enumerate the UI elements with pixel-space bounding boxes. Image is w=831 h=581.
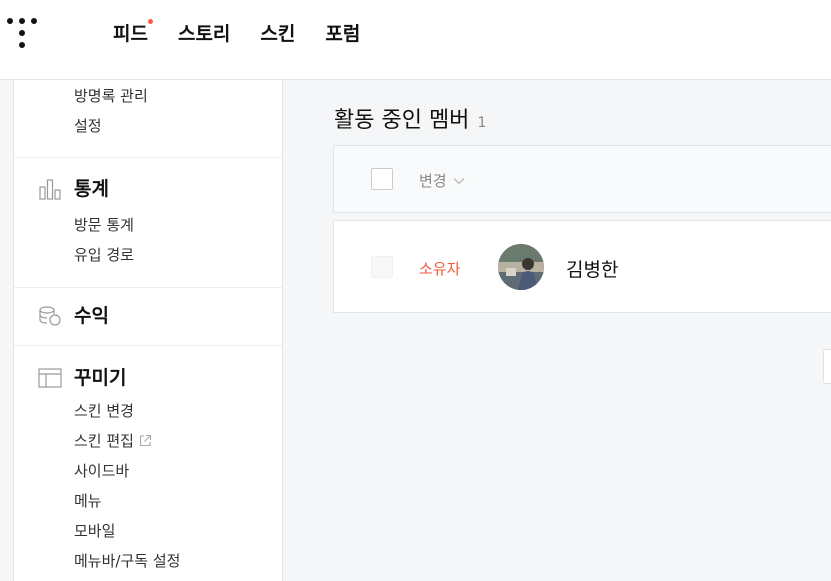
sidebar-link-referrer[interactable]: 유입 경로	[74, 245, 134, 265]
sidebar-link-settings[interactable]: 설정	[74, 116, 102, 136]
select-all-checkbox[interactable]	[371, 168, 393, 190]
table-row: 소유자 김병한	[333, 220, 831, 313]
avatar	[498, 244, 544, 290]
sidebar-section-decorate[interactable]: 꾸미기	[38, 367, 126, 389]
sidebar-section-decorate-title: 꾸미기	[74, 367, 127, 389]
nav-forum[interactable]: 포럼	[325, 22, 360, 46]
coins-icon	[38, 305, 62, 327]
chevron-down-icon	[453, 177, 465, 184]
sidebar-divider	[14, 157, 282, 158]
layout-icon	[38, 367, 62, 389]
page-title: 활동 중인 멤버 1	[334, 102, 486, 134]
top-header: 피드 스토리 스킨 포럼	[0, 0, 831, 80]
member-name[interactable]: 김병한	[566, 255, 618, 282]
sidebar-link-skin-edit[interactable]: 스킨 편집	[74, 431, 152, 452]
sidebar-section-stats-title: 통계	[74, 178, 109, 200]
nav-skin[interactable]: 스킨	[260, 22, 295, 46]
nav-skin-label: 스킨	[260, 23, 296, 45]
change-dropdown[interactable]: 변경	[419, 170, 465, 191]
member-count: 1	[477, 115, 487, 131]
sidebar-section-revenue-title: 수익	[74, 305, 109, 327]
sidebar-divider	[14, 345, 282, 346]
role-badge: 소유자	[419, 260, 461, 278]
sidebar-link-menubar-subscribe[interactable]: 메뉴바/구독 설정	[74, 551, 180, 571]
nav-story-label: 스토리	[177, 23, 231, 45]
pagination-button[interactable]	[823, 349, 831, 384]
sidebar-link-sidebar[interactable]: 사이드바	[74, 461, 129, 481]
sidebar: 방명록 관리 설정 통계 방문 통계 유입 경로 수익 꾸미기 스킨 변경 스킨…	[13, 80, 283, 581]
sidebar-link-mobile[interactable]: 모바일	[74, 521, 115, 541]
nav-feed-label: 피드	[113, 23, 148, 45]
change-dropdown-label: 변경	[419, 172, 447, 190]
sidebar-link-menu[interactable]: 메뉴	[74, 491, 102, 511]
sidebar-section-stats[interactable]: 통계	[38, 178, 109, 200]
sidebar-link-guestbook[interactable]: 방명록 관리	[74, 86, 148, 106]
sidebar-section-revenue[interactable]: 수익	[38, 305, 109, 327]
page-title-text: 활동 중인 멤버	[334, 108, 470, 133]
member-table-header: 변경	[333, 145, 831, 213]
bar-chart-icon	[38, 178, 62, 200]
sidebar-link-skin-edit-label: 스킨 편집	[74, 432, 134, 450]
tistory-logo[interactable]	[7, 18, 39, 50]
external-link-icon	[139, 432, 152, 452]
sidebar-link-skin-change[interactable]: 스킨 변경	[74, 401, 134, 421]
row-checkbox	[371, 256, 393, 278]
nav-story[interactable]: 스토리	[178, 22, 230, 46]
nav-forum-label: 포럼	[325, 23, 361, 45]
nav-feed[interactable]: 피드	[113, 19, 153, 46]
sidebar-link-visit-stats[interactable]: 방문 통계	[74, 215, 134, 235]
sidebar-divider	[14, 287, 282, 288]
global-nav: 피드 스토리 스킨 포럼	[113, 19, 390, 46]
notification-dot	[147, 19, 153, 24]
